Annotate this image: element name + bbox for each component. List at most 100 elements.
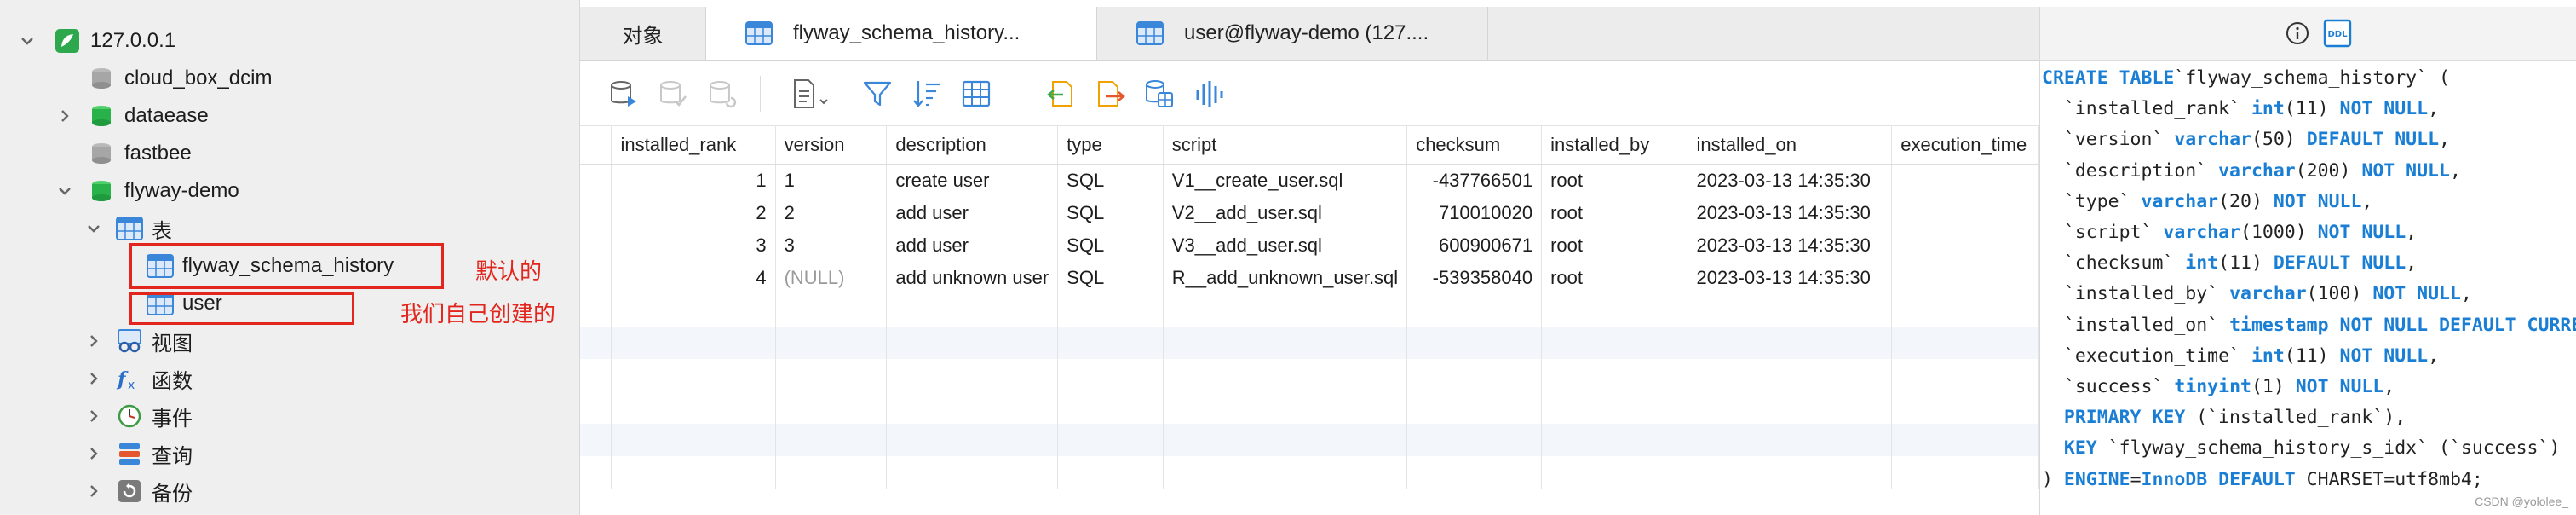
tree-db-fastbee[interactable]: fastbee bbox=[89, 136, 192, 171]
grid-cell[interactable]: 3 bbox=[775, 229, 888, 262]
tree-connection[interactable]: 127.0.0.1 bbox=[19, 24, 175, 58]
ddl-text: , bbox=[2361, 190, 2373, 212]
chevron-right-icon[interactable] bbox=[85, 370, 102, 387]
database-label: cloud_box_dcim bbox=[124, 67, 273, 90]
grid-cell-null[interactable]: (NULL) bbox=[775, 262, 888, 294]
text-view-icon[interactable] bbox=[790, 78, 832, 110]
chevron-right-icon[interactable] bbox=[85, 483, 102, 500]
chevron-right-icon[interactable] bbox=[85, 445, 102, 462]
row-selector[interactable] bbox=[580, 229, 612, 262]
column-header[interactable]: execution_time bbox=[1891, 126, 2039, 165]
grid-cell[interactable]: 4 bbox=[611, 262, 776, 294]
grid-cell[interactable]: SQL bbox=[1057, 197, 1164, 229]
grid-cell[interactable]: root bbox=[1541, 262, 1688, 294]
tree-db-flyway-demo[interactable]: flyway-demo bbox=[56, 174, 239, 208]
grid-cell[interactable]: SQL bbox=[1057, 229, 1164, 262]
grid-cell[interactable]: 2 bbox=[611, 197, 776, 229]
row-selector[interactable] bbox=[580, 164, 612, 197]
grid-cell[interactable]: 600900671 bbox=[1406, 229, 1543, 262]
grid-cell[interactable]: 2023-03-13 14:35:30 bbox=[1688, 262, 1893, 294]
grid-cell[interactable]: 2 bbox=[775, 197, 888, 229]
grid-cell[interactable]: 2023-03-13 14:35:30 bbox=[1688, 197, 1893, 229]
tree-db-dataease[interactable]: dataease bbox=[56, 99, 209, 133]
import-icon[interactable] bbox=[1044, 78, 1077, 110]
grid-cell[interactable]: 1 bbox=[775, 164, 888, 197]
column-header[interactable]: installed_by bbox=[1541, 126, 1688, 165]
table-row[interactable]: 1 1 create user SQL V1__create_user.sql … bbox=[580, 164, 2039, 197]
grid-cell[interactable]: 2023-03-13 14:35:30 bbox=[1688, 164, 1893, 197]
chevron-down-icon[interactable] bbox=[19, 32, 36, 49]
tree-folder-functions[interactable]: fx 函数 bbox=[85, 362, 193, 396]
grid-cell[interactable]: root bbox=[1541, 229, 1688, 262]
database-label: fastbee bbox=[124, 142, 192, 165]
grid-cell[interactable]: add unknown user bbox=[886, 262, 1059, 294]
table-row[interactable]: 3 3 add user SQL V3__add_user.sql 600900… bbox=[580, 229, 2039, 262]
column-header[interactable]: description bbox=[886, 126, 1059, 165]
grid-cell[interactable]: 2023-03-13 14:35:30 bbox=[1688, 229, 1893, 262]
export-icon[interactable] bbox=[1094, 78, 1126, 110]
empty-row bbox=[580, 424, 2039, 456]
chevron-down-icon[interactable] bbox=[85, 220, 102, 237]
column-header[interactable]: type bbox=[1057, 126, 1164, 165]
table-row[interactable]: 4 (NULL) add unknown user SQL R__add_unk… bbox=[580, 262, 2039, 294]
column-header[interactable]: script bbox=[1163, 126, 1408, 165]
svg-text:x: x bbox=[128, 379, 135, 391]
chevron-right-icon[interactable] bbox=[56, 107, 73, 124]
tree-folder-views[interactable]: 视图 bbox=[85, 324, 193, 358]
tree-db-cloud-box-dcim[interactable]: cloud_box_dcim bbox=[89, 61, 272, 95]
tab-user-flyway-demo[interactable]: user@flyway-demo (127.... bbox=[1097, 7, 1488, 60]
row-selector[interactable] bbox=[580, 262, 612, 294]
grid-cell[interactable]: 710010020 bbox=[1406, 197, 1543, 229]
grid-cell[interactable]: root bbox=[1541, 197, 1688, 229]
tab-objects[interactable]: 对象 bbox=[580, 7, 706, 60]
data-generator-icon[interactable] bbox=[1143, 78, 1176, 110]
grid-cell[interactable]: SQL bbox=[1057, 164, 1164, 197]
begin-transaction-icon[interactable] bbox=[607, 78, 640, 110]
chevron-down-icon[interactable] bbox=[56, 182, 73, 200]
grid-cell[interactable]: root bbox=[1541, 164, 1688, 197]
grid-cell[interactable]: 3 bbox=[611, 229, 776, 262]
ddl-icon[interactable]: DDL bbox=[2323, 19, 2352, 48]
ddl-text: (1000) bbox=[2240, 222, 2318, 244]
grid-cell[interactable] bbox=[1891, 197, 2039, 229]
column-header[interactable]: version bbox=[775, 126, 888, 165]
tree-folder-backups[interactable]: 备份 bbox=[85, 474, 193, 508]
grid-cell[interactable] bbox=[1891, 229, 2039, 262]
database-label: flyway-demo bbox=[124, 179, 239, 202]
tree-folder-events[interactable]: 事件 bbox=[85, 399, 193, 433]
grid-view-icon[interactable] bbox=[960, 78, 992, 110]
grid-cell[interactable]: 1 bbox=[611, 164, 776, 197]
tree-folder-tables[interactable]: 表 bbox=[85, 211, 172, 246]
grid-cell[interactable] bbox=[1891, 164, 2039, 197]
grid-cell[interactable]: -539358040 bbox=[1406, 262, 1543, 294]
ddl-keyword: varchar bbox=[2229, 283, 2307, 305]
grid-cell[interactable]: R__add_unknown_user.sql bbox=[1163, 262, 1408, 294]
tab-flyway-schema-history[interactable]: flyway_schema_history... bbox=[706, 7, 1097, 60]
grid-cell[interactable]: V1__create_user.sql bbox=[1163, 164, 1408, 197]
info-icon[interactable] bbox=[2286, 21, 2309, 45]
grid-cell[interactable]: create user bbox=[886, 164, 1059, 197]
sort-icon[interactable] bbox=[911, 78, 943, 110]
grid-cell[interactable]: V3__add_user.sql bbox=[1163, 229, 1408, 262]
ddl-text: `flyway_schema_history` ( bbox=[2174, 67, 2450, 89]
ddl-text: , bbox=[2439, 129, 2450, 151]
column-header[interactable]: installed_on bbox=[1688, 126, 1893, 165]
grid-cell[interactable]: add user bbox=[886, 229, 1059, 262]
grid-cell[interactable] bbox=[1891, 262, 2039, 294]
chevron-right-icon[interactable] bbox=[85, 333, 102, 350]
table-row[interactable]: 2 2 add user SQL V2__add_user.sql 710010… bbox=[580, 197, 2039, 229]
grid-cell[interactable]: SQL bbox=[1057, 262, 1164, 294]
grid-cell[interactable]: -437766501 bbox=[1406, 164, 1543, 197]
rollback-icon[interactable] bbox=[706, 78, 739, 110]
profile-icon[interactable] bbox=[1193, 78, 1225, 110]
chevron-right-icon[interactable] bbox=[85, 408, 102, 425]
grid-cell[interactable]: add user bbox=[886, 197, 1059, 229]
row-selector[interactable] bbox=[580, 197, 612, 229]
filter-icon[interactable] bbox=[861, 78, 894, 110]
column-header[interactable]: checksum bbox=[1406, 126, 1543, 165]
grid-cell[interactable]: V2__add_user.sql bbox=[1163, 197, 1408, 229]
tree-folder-queries[interactable]: 查询 bbox=[85, 437, 193, 471]
connection-icon bbox=[55, 29, 79, 53]
column-header[interactable]: installed_rank bbox=[611, 126, 776, 165]
commit-icon[interactable] bbox=[657, 78, 689, 110]
